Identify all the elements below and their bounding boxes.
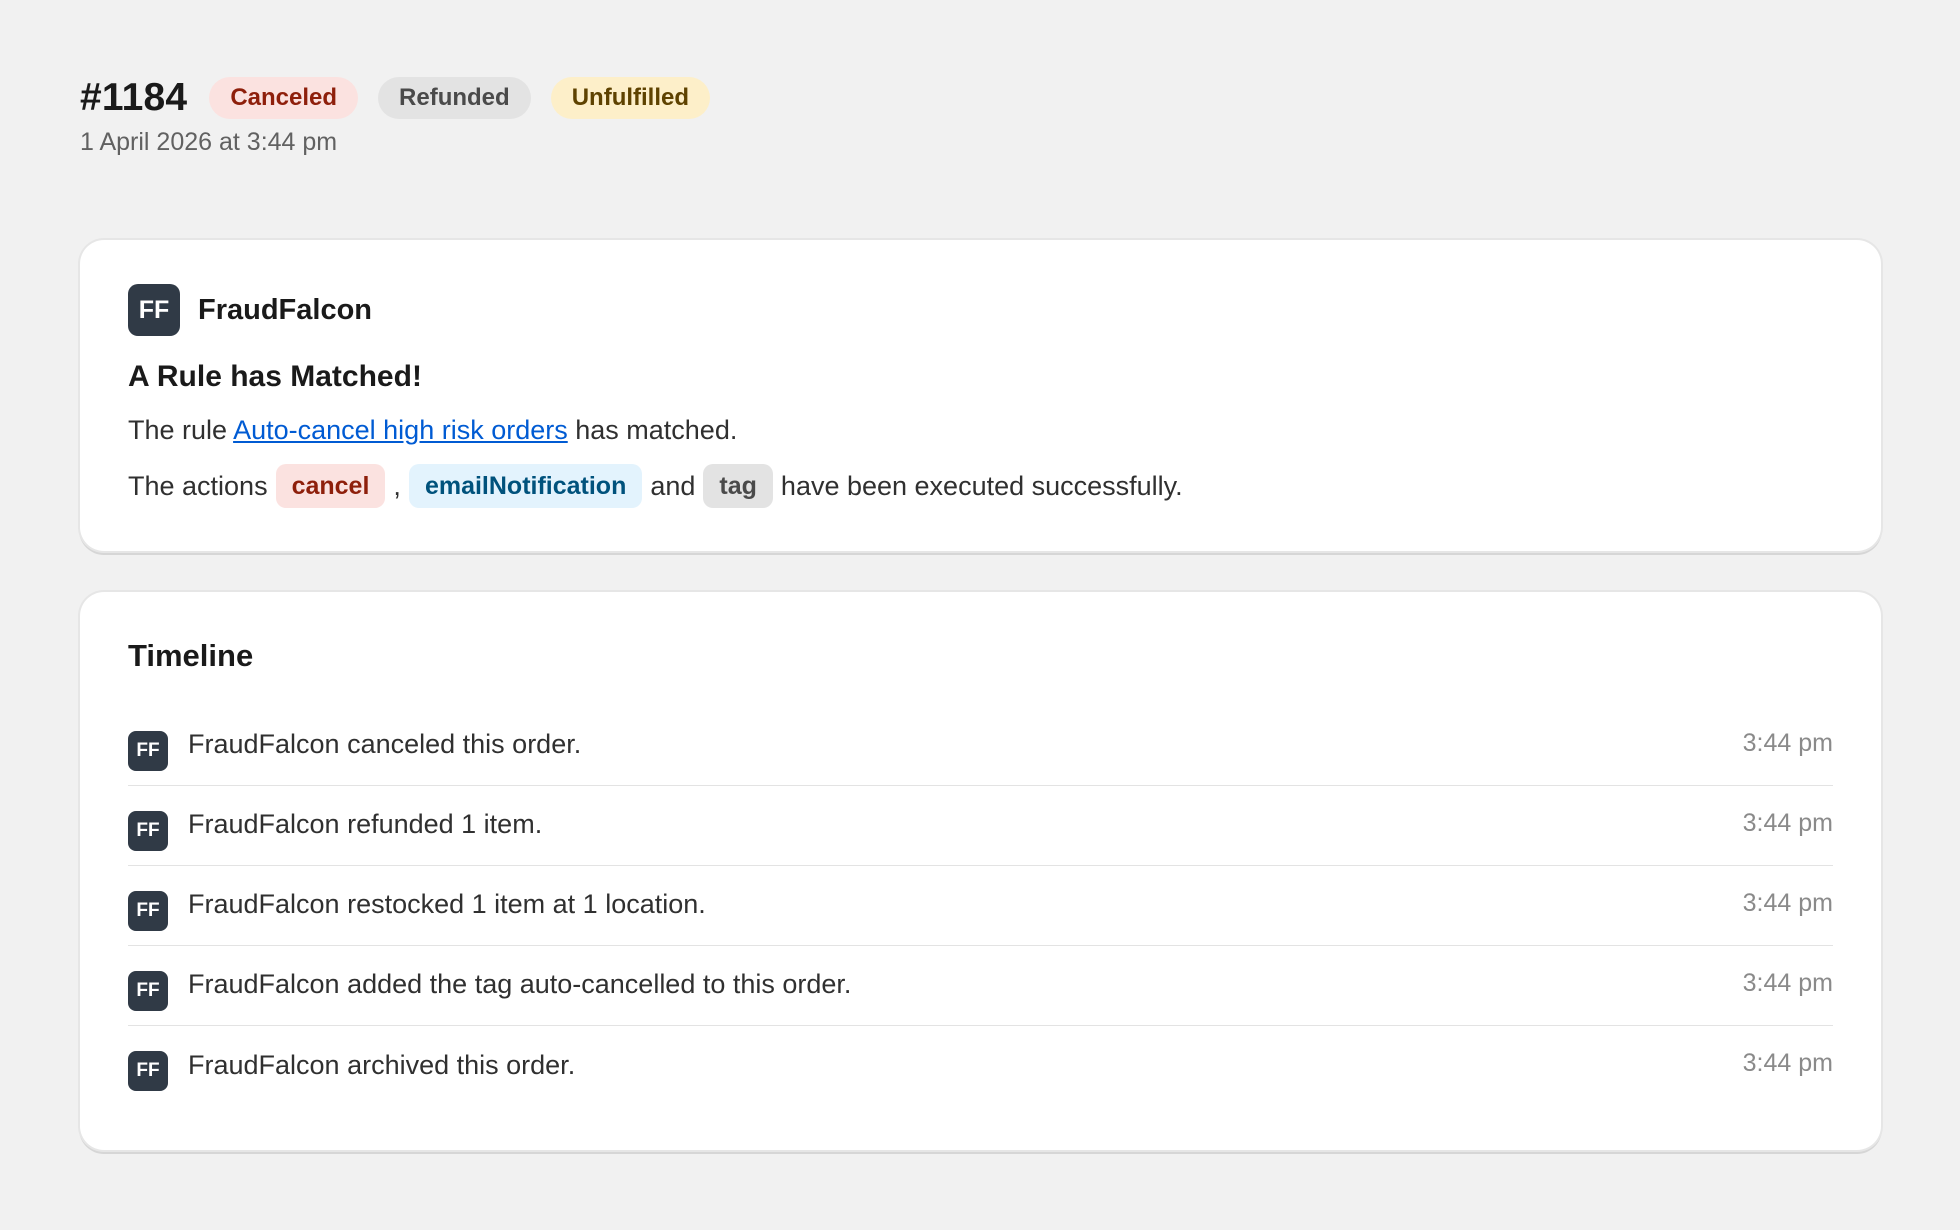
timeline-avatar: FF bbox=[128, 970, 168, 1011]
timeline-event: FF FraudFalcon restocked 1 item at 1 loc… bbox=[128, 866, 1833, 946]
actions-and: and bbox=[650, 470, 696, 501]
order-date: 1 April 2026 at 3:44 pm bbox=[80, 128, 338, 156]
timeline-card: Timeline FF FraudFalcon canceled this or… bbox=[80, 592, 1881, 1150]
timeline-title: Timeline bbox=[128, 638, 254, 673]
timeline-event-time: 3:44 pm bbox=[1742, 729, 1833, 757]
order-title-row: #1184 Canceled Refunded Unfulfilled bbox=[80, 76, 711, 120]
timeline-event: FF FraudFalcon archived this order. 3:44… bbox=[128, 1026, 1833, 1106]
timeline-event-time: 3:44 pm bbox=[1742, 1049, 1833, 1077]
order-number: #1184 bbox=[80, 76, 188, 119]
timeline-event-time: 3:44 pm bbox=[1742, 889, 1833, 917]
app-notification-card: FF FraudFalcon A Rule has Matched! The r… bbox=[80, 240, 1881, 551]
timeline-event-text: FraudFalcon restocked 1 item at 1 locati… bbox=[188, 889, 706, 919]
status-badge-refunded: Refunded bbox=[378, 77, 531, 119]
action-chip-cancel: cancel bbox=[275, 464, 386, 508]
actions-comma: , bbox=[393, 470, 401, 501]
timeline-event-text: FraudFalcon archived this order. bbox=[188, 1049, 576, 1080]
timeline-avatar: FF bbox=[128, 810, 168, 851]
timeline-event: FF FraudFalcon refunded 1 item. 3:44 pm bbox=[128, 786, 1833, 866]
timeline-avatar: FF bbox=[128, 1051, 168, 1091]
timeline-event: FF FraudFalcon added the tag auto-cancel… bbox=[128, 946, 1833, 1026]
timeline-list: FF FraudFalcon canceled this order. 3:44… bbox=[128, 706, 1833, 1106]
app-avatar: FF bbox=[128, 284, 180, 336]
timeline-event: FF FraudFalcon canceled this order. 3:44… bbox=[128, 706, 1833, 786]
action-chip-email-notification: emailNotification bbox=[408, 464, 643, 508]
order-page: #1184 Canceled Refunded Unfulfilled 1 Ap… bbox=[0, 0, 1960, 1230]
timeline-event-text: FraudFalcon refunded 1 item. bbox=[188, 809, 543, 839]
timeline-event-time: 3:44 pm bbox=[1742, 969, 1833, 997]
app-header: FF FraudFalcon bbox=[128, 284, 372, 336]
actions-suffix: have been executed successfully. bbox=[780, 470, 1183, 501]
order-header: #1184 Canceled Refunded Unfulfilled 1 Ap… bbox=[80, 76, 711, 157]
timeline-event-time: 3:44 pm bbox=[1742, 809, 1833, 837]
actions-prefix: The actions bbox=[128, 470, 268, 501]
rule-message: The rule Auto-cancel high risk orders ha… bbox=[128, 415, 737, 446]
timeline-event-text: FraudFalcon canceled this order. bbox=[188, 729, 582, 759]
timeline-event-text: FraudFalcon added the tag auto-cancelled… bbox=[188, 969, 852, 999]
status-badge-unfulfilled: Unfulfilled bbox=[550, 77, 711, 119]
app-name: FraudFalcon bbox=[198, 293, 373, 326]
rule-prefix: The rule bbox=[128, 415, 228, 445]
status-badge-canceled: Canceled bbox=[209, 77, 359, 119]
actions-message: The actions cancel , emailNotification a… bbox=[128, 464, 1183, 508]
timeline-avatar: FF bbox=[128, 890, 168, 931]
rule-suffix: has matched. bbox=[575, 415, 738, 445]
timeline-avatar: FF bbox=[128, 730, 168, 771]
rule-matched-heading: A Rule has Matched! bbox=[128, 360, 422, 393]
action-chip-tag: tag bbox=[703, 464, 773, 508]
rule-link[interactable]: Auto-cancel high risk orders bbox=[233, 415, 568, 445]
